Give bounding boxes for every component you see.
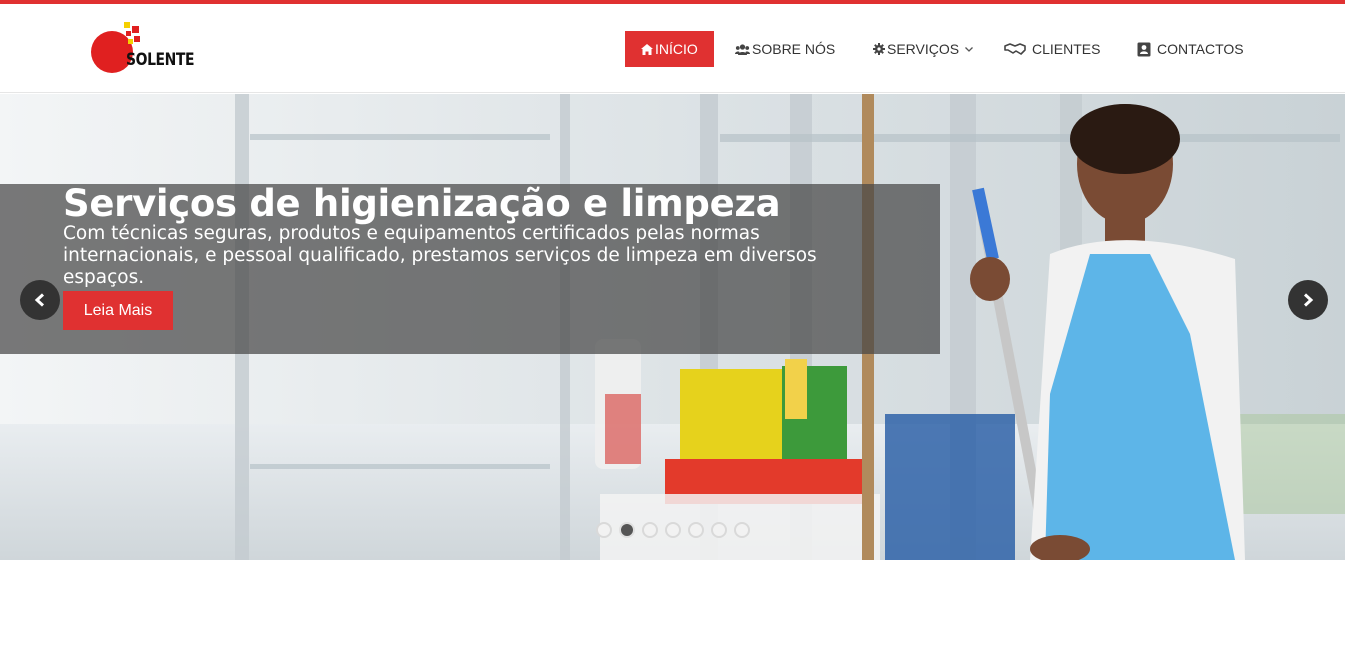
nav-item-sobre-nos[interactable]: SOBRE NÓS <box>735 31 835 67</box>
users-icon <box>735 43 750 55</box>
chevron-left-icon <box>34 293 45 307</box>
nav-item-servicos[interactable]: SERVIÇOS <box>873 31 975 67</box>
contact-card-icon <box>1137 42 1151 56</box>
slider-dot[interactable] <box>665 522 681 538</box>
nav-item-label: SERVIÇOS <box>887 41 960 57</box>
slider-next-button[interactable] <box>1288 280 1328 320</box>
slider-pagination <box>596 522 750 538</box>
nav-item-label: CONTACTOS <box>1157 41 1244 57</box>
hero-slider: Serviços de higienização e limpeza Com t… <box>0 94 1345 560</box>
nav-item-clientes[interactable]: CLIENTES <box>1004 31 1100 67</box>
read-more-button[interactable]: Leia Mais <box>63 291 173 330</box>
slider-dot[interactable] <box>642 522 658 538</box>
nav-item-contactos[interactable]: CONTACTOS <box>1137 31 1244 67</box>
chevron-down-icon <box>965 46 974 52</box>
slider-prev-button[interactable] <box>20 280 60 320</box>
home-icon <box>641 43 653 55</box>
nav-item-label: CLIENTES <box>1032 41 1101 57</box>
gear-icon <box>873 43 885 55</box>
brand-name: SOLENTE <box>126 50 195 70</box>
slider-dot-active[interactable] <box>619 522 635 538</box>
chevron-right-icon <box>1303 293 1314 307</box>
slide-description: Com técnicas seguras, produtos e equipam… <box>63 223 817 288</box>
nav-item-label: SOBRE NÓS <box>752 41 836 57</box>
slider-dot[interactable] <box>711 522 727 538</box>
brand-logo[interactable]: SOLENTE <box>90 20 200 80</box>
slide-title: Serviços de higienização e limpeza <box>63 182 781 225</box>
slider-dot[interactable] <box>734 522 750 538</box>
slider-dot[interactable] <box>688 522 704 538</box>
handshake-icon <box>1004 43 1026 55</box>
nav-item-inicio[interactable]: INÍCIO <box>625 31 714 67</box>
site-header: SOLENTE INÍCIO SOBRE NÓS SERVIÇOS CLIENT… <box>0 4 1345 93</box>
nav-item-label: INÍCIO <box>655 41 698 57</box>
slider-dot[interactable] <box>596 522 612 538</box>
